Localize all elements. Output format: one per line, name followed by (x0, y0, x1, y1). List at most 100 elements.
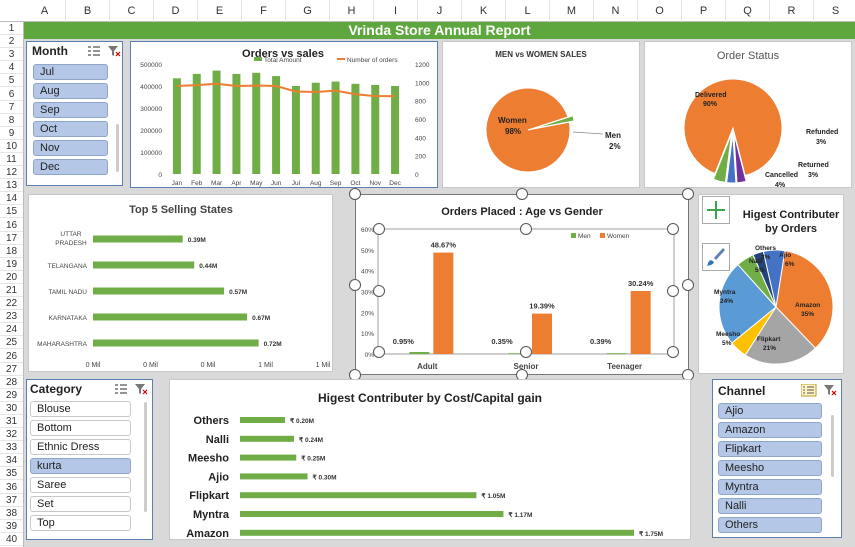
column-header[interactable]: H (330, 0, 374, 22)
row-header[interactable]: 19 (0, 258, 23, 271)
column-header[interactable]: O (638, 0, 682, 22)
slicer-scrollbar[interactable] (144, 402, 147, 512)
column-header[interactable]: Q (726, 0, 770, 22)
slicer-item-nov[interactable]: Nov (33, 140, 108, 156)
column-header[interactable]: C (110, 0, 154, 22)
row-header[interactable]: 16 (0, 219, 23, 232)
row-header[interactable]: 5 (0, 74, 23, 88)
chart-styles-button[interactable] (702, 243, 730, 271)
row-header[interactable]: 17 (0, 232, 23, 245)
column-header[interactable]: P (682, 0, 726, 22)
row-header[interactable]: 25 (0, 336, 23, 350)
row-header[interactable]: 7 (0, 101, 23, 114)
resize-handle[interactable] (667, 285, 679, 297)
column-header[interactable]: M (550, 0, 594, 22)
row-header[interactable]: 31 (0, 415, 23, 429)
row-header[interactable]: 11 (0, 153, 23, 167)
row-header[interactable]: 15 (0, 205, 23, 219)
row-header[interactable]: 28 (0, 376, 23, 389)
row-header[interactable]: 23 (0, 310, 23, 324)
row-header[interactable]: 36 (0, 481, 23, 494)
slicer-item-ajio[interactable]: Ajio (718, 403, 822, 419)
slicer-item-ethnic-dress[interactable]: Ethnic Dress (30, 439, 131, 455)
row-header[interactable]: 33 (0, 441, 23, 455)
resize-handle[interactable] (520, 346, 532, 358)
multi-select-icon[interactable] (87, 45, 101, 57)
column-header[interactable]: R (770, 0, 814, 22)
row-header[interactable]: 35 (0, 467, 23, 481)
slicer-item-dec[interactable]: Dec (33, 159, 108, 175)
chart-elements-button[interactable] (702, 196, 730, 224)
row-header[interactable]: 4 (0, 61, 23, 75)
slicer-item-aug[interactable]: Aug (33, 83, 108, 99)
row-header[interactable]: 34 (0, 454, 23, 468)
clear-filter-icon[interactable] (134, 383, 148, 395)
row-header[interactable]: 8 (0, 114, 23, 127)
row-header[interactable]: 32 (0, 428, 23, 442)
column-header[interactable]: B (66, 0, 110, 22)
slicer-scrollbar[interactable] (116, 124, 119, 172)
row-header[interactable]: 26 (0, 350, 23, 363)
column-header[interactable]: D (154, 0, 198, 22)
slicer-item-meesho[interactable]: Meesho (718, 460, 822, 476)
row-header[interactable]: 21 (0, 284, 23, 298)
slicer-item-set[interactable]: Set (30, 496, 131, 512)
resize-handle[interactable] (349, 188, 361, 200)
column-header[interactable]: I (374, 0, 418, 22)
column-header[interactable]: J (418, 0, 462, 22)
row-header[interactable]: 24 (0, 323, 23, 337)
slicer-item-bottom[interactable]: Bottom (30, 420, 131, 436)
row-header[interactable]: 39 (0, 520, 23, 533)
clear-filter-icon[interactable] (823, 384, 837, 396)
slicer-item-kurta[interactable]: kurta (30, 458, 131, 474)
resize-handle[interactable] (667, 223, 679, 235)
slicer-item-myntra[interactable]: Myntra (718, 479, 822, 495)
row-header[interactable]: 2 (0, 35, 23, 49)
resize-handle[interactable] (373, 346, 385, 358)
row-header[interactable]: 13 (0, 179, 23, 193)
row-header[interactable]: 30 (0, 402, 23, 415)
row-header[interactable]: 12 (0, 166, 23, 180)
slicer-item-amazon[interactable]: Amazon (718, 422, 822, 438)
resize-handle[interactable] (520, 223, 532, 235)
column-header[interactable]: K (462, 0, 506, 22)
row-header[interactable]: 3 (0, 48, 23, 62)
row-header[interactable]: 14 (0, 192, 23, 206)
slicer-item-jul[interactable]: Jul (33, 64, 108, 80)
slicer-item-flipkart[interactable]: Flipkart (718, 441, 822, 457)
row-header[interactable]: 6 (0, 88, 23, 101)
row-header[interactable]: 38 (0, 507, 23, 520)
resize-handle[interactable] (373, 285, 385, 297)
slicer-item-oct[interactable]: Oct (33, 121, 108, 137)
multi-select-icon[interactable] (114, 383, 128, 395)
column-header[interactable]: F (242, 0, 286, 22)
row-header[interactable]: 22 (0, 297, 23, 311)
slicer-item-nalli[interactable]: Nalli (718, 498, 822, 514)
slicer-item-saree[interactable]: Saree (30, 477, 131, 493)
slicer-item-blouse[interactable]: Blouse (30, 401, 131, 417)
column-header[interactable]: A (24, 0, 66, 22)
resize-handle[interactable] (682, 279, 694, 291)
column-header[interactable]: E (198, 0, 242, 22)
row-header[interactable]: 9 (0, 127, 23, 140)
column-header[interactable]: N (594, 0, 638, 22)
row-header[interactable]: 37 (0, 494, 23, 507)
row-header[interactable]: 10 (0, 140, 23, 153)
resize-handle[interactable] (373, 223, 385, 235)
column-header[interactable]: S (814, 0, 855, 22)
row-header[interactable]: 40 (0, 533, 23, 546)
row-header[interactable]: 1 (0, 22, 23, 36)
resize-handle[interactable] (667, 346, 679, 358)
row-header[interactable]: 29 (0, 389, 23, 402)
slicer-item-sep[interactable]: Sep (33, 102, 108, 118)
row-header[interactable]: 27 (0, 363, 23, 376)
resize-handle[interactable] (682, 188, 694, 200)
slicer-scrollbar[interactable] (831, 415, 834, 477)
row-header[interactable]: 18 (0, 245, 23, 258)
resize-handle[interactable] (516, 188, 528, 200)
slicer-item-others[interactable]: Others (718, 517, 822, 533)
row-header[interactable]: 20 (0, 271, 23, 284)
multi-select-icon[interactable] (801, 384, 817, 397)
clear-filter-icon[interactable] (107, 45, 121, 57)
slicer-item-top[interactable]: Top (30, 515, 131, 531)
